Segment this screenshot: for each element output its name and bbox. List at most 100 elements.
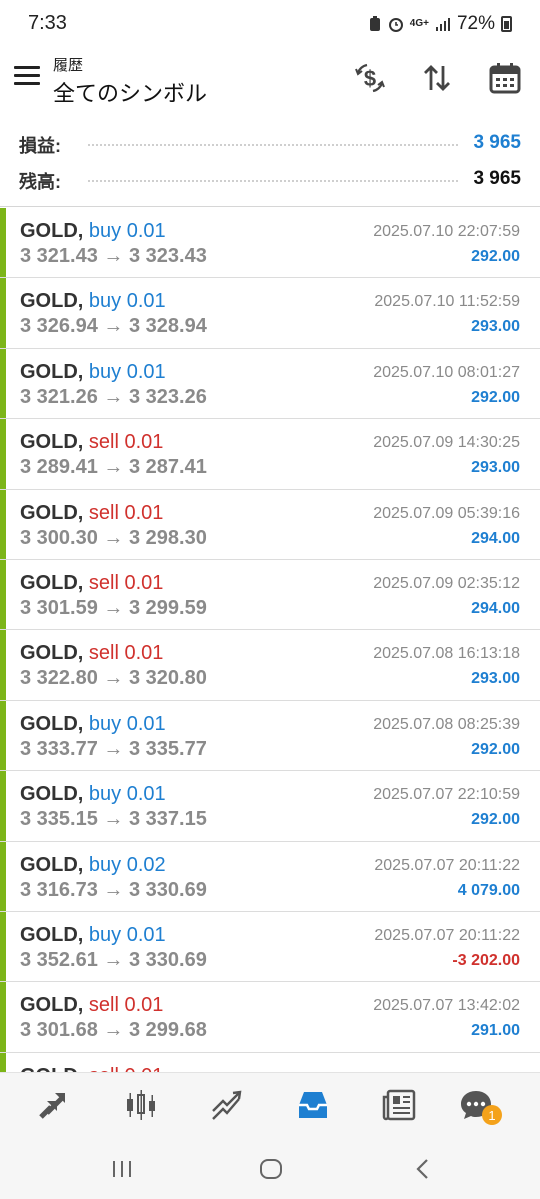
- currency-exchange-icon[interactable]: $: [350, 58, 390, 98]
- trade-volume: 0.01: [124, 571, 164, 594]
- sort-icon[interactable]: [417, 58, 457, 98]
- trade-time: 2025.07.10 22:07:59: [373, 223, 520, 240]
- chart-icon[interactable]: [121, 1085, 161, 1125]
- trade-prices: 3 333.77 → 3 335.77: [20, 737, 207, 760]
- trade-header: GOLD, buy 0.02: [20, 854, 166, 877]
- trade-side: sell: [89, 1065, 119, 1072]
- profit-row: 損益: 3 965: [0, 124, 540, 160]
- trade-symbol: GOLD,: [20, 712, 84, 735]
- trade-prices: 3 301.68 → 3 299.68: [20, 1019, 207, 1042]
- trade-time: 2025.07.07 13:42:02: [373, 997, 520, 1015]
- trade-symbol: GOLD,: [20, 923, 84, 946]
- trade-volume: 0.01: [124, 1065, 163, 1072]
- system-navigation-bar: [0, 1136, 540, 1199]
- trade-icon[interactable]: [207, 1085, 247, 1125]
- trade-header: GOLD, sell 0.01: [20, 994, 163, 1017]
- trade-header: GOLD, sell 0.01: [20, 1065, 163, 1072]
- trade-row[interactable]: GOLD, buy 0.01 3 321.43 → 3 323.43 2025.07…: [0, 208, 540, 279]
- trade-status-bar: [0, 1052, 6, 1072]
- news-icon[interactable]: [380, 1085, 420, 1125]
- status-icons: 4G+ 72%: [368, 13, 512, 35]
- trade-status-bar: [0, 208, 6, 278]
- trade-side: buy: [88, 853, 122, 876]
- trade-status-bar: [0, 841, 6, 911]
- messages-icon[interactable]: 1: [456, 1085, 502, 1125]
- trade-profit: 293.00: [471, 318, 520, 336]
- trade-row[interactable]: GOLD, buy 0.01 3 335.15 → 3 337.15 2025.07…: [0, 771, 540, 842]
- trade-row[interactable]: GOLD, sell 0.01 3 301.68 → 3 299.68 2025.0…: [0, 982, 540, 1053]
- toolbar-subtitle: 履歴: [53, 57, 84, 74]
- trade-volume: 0.01: [126, 923, 166, 946]
- trade-row[interactable]: GOLD, buy 0.01 3 333.77 → 3 335.77 2025.07…: [0, 700, 540, 772]
- svg-text:$: $: [364, 66, 376, 91]
- trade-profit: 293.00: [471, 459, 520, 477]
- trade-history-list[interactable]: GOLD, buy 0.01 3 321.43 → 3 323.43 2025.07…: [0, 208, 540, 1072]
- trade-row[interactable]: GOLD, buy 0.02 3 316.73 → 3 330.69 2025.07…: [0, 841, 540, 912]
- trade-prices: 3 289.41 → 3 287.41: [20, 456, 207, 479]
- trade-time: 2025.07.09 14:30:25: [373, 434, 520, 452]
- balance-value: 3 965: [473, 168, 521, 189]
- trade-header: GOLD, sell 0.01: [20, 572, 163, 595]
- calendar-icon[interactable]: [485, 58, 525, 98]
- profit-value: 3 965: [473, 132, 521, 153]
- trade-profit: 292.00: [471, 248, 520, 265]
- trade-header: GOLD, sell 0.01: [20, 502, 163, 525]
- status-bar: 7:33 4G+ 72%: [0, 0, 540, 50]
- back-icon[interactable]: [408, 1154, 438, 1184]
- trade-profit: 4 079.00: [457, 881, 520, 899]
- trade-profit: 294.00: [471, 599, 520, 617]
- trade-profit: 293.00: [471, 670, 520, 688]
- trade-row[interactable]: GOLD, sell 0.01 3 322.80 → 3 320.80 2025.0…: [0, 630, 540, 701]
- trade-row[interactable]: GOLD, sell 0.01: [0, 1052, 540, 1072]
- trade-symbol: GOLD,: [20, 783, 84, 806]
- trade-status-bar: [0, 700, 6, 771]
- home-icon[interactable]: [256, 1154, 286, 1184]
- trade-side: buy: [88, 712, 122, 735]
- trade-symbol: GOLD,: [20, 501, 84, 524]
- trade-symbol: GOLD,: [20, 1065, 83, 1072]
- trade-row[interactable]: GOLD, buy 0.01 3 326.94 → 3 328.94 2025.07…: [0, 278, 540, 349]
- trade-status-bar: [0, 630, 6, 700]
- trade-side: sell: [88, 994, 119, 1017]
- trade-symbol: GOLD,: [20, 360, 84, 383]
- trade-prices: 3 326.94 → 3 328.94: [20, 315, 207, 338]
- trade-status-bar: [0, 771, 6, 841]
- trade-row[interactable]: GOLD, buy 0.01 3 321.26 → 3 323.26 2025.07…: [0, 348, 540, 420]
- trade-profit: -3 202.00: [452, 951, 520, 969]
- battery-icon: [501, 16, 512, 32]
- trade-time: 2025.07.07 22:10:59: [373, 786, 520, 804]
- trade-status-bar: [0, 348, 6, 419]
- trade-symbol: GOLD,: [20, 642, 84, 665]
- trade-side: buy: [88, 290, 122, 313]
- trade-row[interactable]: GOLD, buy 0.01 3 352.61 → 3 330.69 2025.07…: [0, 911, 540, 983]
- history-icon[interactable]: [293, 1085, 333, 1125]
- symbol-filter-title[interactable]: 全てのシンボル: [53, 76, 207, 108]
- trade-side: buy: [88, 360, 122, 383]
- menu-icon[interactable]: [14, 66, 40, 86]
- battery-percent: 72%: [456, 13, 495, 34]
- trade-volume: 0.01: [124, 642, 164, 665]
- trade-header: GOLD, sell 0.01: [20, 642, 163, 665]
- trade-time: 2025.07.10 11:52:59: [374, 293, 520, 311]
- summary-panel: 損益: 3 965 残高: 3 965: [0, 124, 540, 196]
- trade-symbol: GOLD,: [20, 853, 84, 876]
- trade-side: sell: [88, 501, 119, 524]
- trade-side: sell: [88, 642, 119, 665]
- balance-label: 残高:: [19, 172, 61, 192]
- trade-row[interactable]: GOLD, sell 0.01 3 300.30 → 3 298.30 2025.0…: [0, 489, 540, 560]
- trade-row[interactable]: GOLD, sell 0.01 3 289.41 → 3 287.41 2025.0…: [0, 419, 540, 490]
- trade-volume: 0.01: [124, 994, 164, 1017]
- trade-prices: 3 321.26 → 3 323.26: [20, 385, 207, 408]
- trade-header: GOLD, sell 0.01: [20, 431, 163, 454]
- trade-volume: 0.01: [126, 360, 166, 383]
- profit-label: 損益:: [19, 136, 61, 156]
- trade-time: 2025.07.08 16:13:18: [373, 645, 520, 663]
- trade-row[interactable]: GOLD, sell 0.01 3 301.59 → 3 299.59 2025.0…: [0, 559, 540, 631]
- balance-row: 残高: 3 965: [0, 160, 540, 196]
- trade-time: 2025.07.07 20:11:22: [374, 856, 520, 874]
- trade-prices: 3 321.43 → 3 323.43: [20, 245, 207, 267]
- trade-prices: 3 301.59 → 3 299.59: [20, 596, 207, 619]
- trade-side: sell: [88, 571, 119, 594]
- quotes-icon[interactable]: [33, 1085, 73, 1125]
- recent-apps-icon[interactable]: [107, 1154, 137, 1184]
